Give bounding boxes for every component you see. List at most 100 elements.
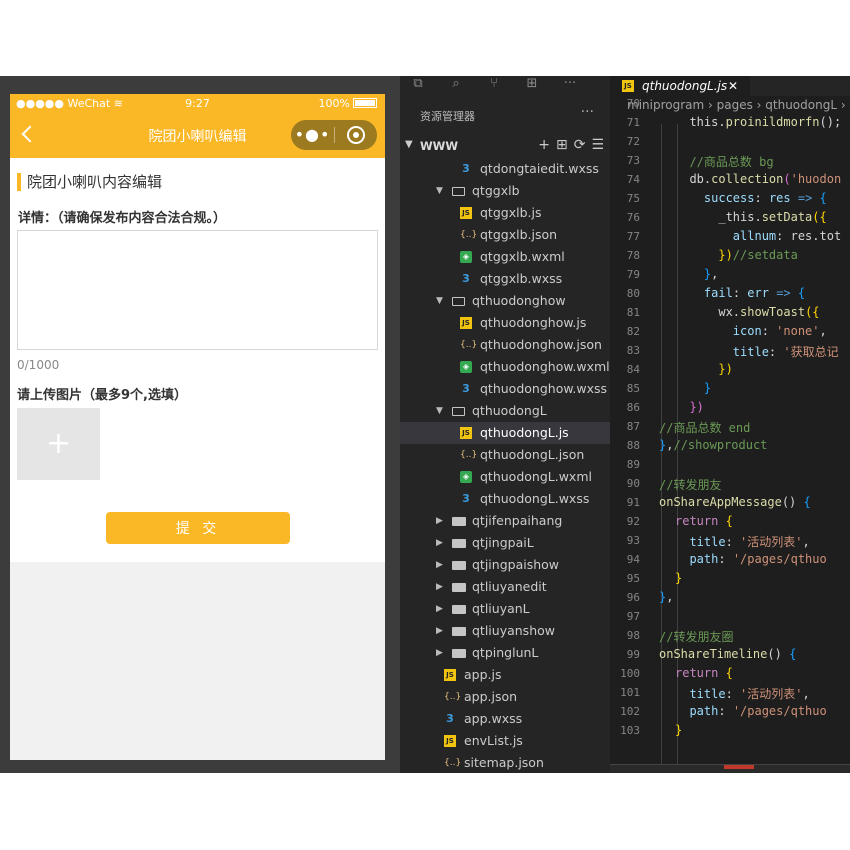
tree-item[interactable]: JS qtggxlb.js [400,202,610,224]
section-title: 院团小喇叭内容编辑 [17,173,162,191]
line-number: 93 [626,534,640,547]
line-number: 101 [620,686,640,699]
line-number: 85 [626,382,640,395]
folder-icon [452,583,466,592]
tree-item-label: qtpinglunL [472,645,539,660]
code-line: }, [659,590,674,604]
code-line: path: '/pages/qthuo [689,552,827,566]
tab-qthuodongl-js[interactable]: JS qthuodongL.js ✕ [610,76,750,96]
tree-item[interactable]: JS envList.js [400,730,610,752]
tree-item[interactable]: 3 app.wxss [400,708,610,730]
tree-item-label: app.json [464,689,518,704]
folder-icon [452,561,466,570]
line-number: 94 [626,553,640,566]
tree-item-label: qthuodonghow.json [480,337,602,352]
close-mini-program-icon[interactable] [335,120,377,150]
line-number: 79 [626,268,640,281]
new-folder-icon[interactable]: ⊞ [556,137,568,153]
tree-item[interactable]: ▼ qthuodongL [400,400,610,422]
extensions-icon[interactable]: ⊞ [522,76,542,94]
line-number: 84 [626,363,640,376]
code-line: success: res => { [703,191,827,205]
tree-item[interactable]: ▶ qtpinglunL [400,642,610,664]
code-area[interactable]: this.proinildmorfn(); //商品总数 bg db.colle… [659,115,841,737]
tree-item[interactable]: 3 qthuodongL.wxss [400,488,610,510]
line-number: 86 [626,401,640,414]
code-line: _this.setData({ [675,210,827,224]
tree-item-label: qthuodongL [472,403,547,418]
js-file-icon: JS [460,207,472,219]
tree-item[interactable]: {..} qtggxlb.json [400,224,610,246]
folder-icon [452,649,466,658]
chevron-down-icon: ▼ [436,406,443,416]
line-number: 99 [626,648,640,661]
menu-capsule: •●• [291,120,377,150]
tree-item[interactable]: {..} qthuodongL.json [400,444,610,466]
workspace-root[interactable]: ▼ WWW + ⊞ ⟳ ☰ [400,136,610,158]
nav-bar: 院团小喇叭编辑 •●• [10,114,385,158]
code-line: }) [689,400,704,414]
code-line: title: '活动列表', [689,535,810,549]
code-line: path: '/pages/qthuo [689,704,827,718]
line-number: 92 [626,515,640,528]
line-number: 70 [626,97,640,110]
tree-item[interactable]: JS app.js [400,664,610,686]
tree-item[interactable]: ◈ qtggxlb.wxml [400,246,610,268]
tree-item[interactable]: 3 qtdongtaiedit.wxss [400,158,610,180]
tree-item[interactable]: ▶ qtliuyanL [400,598,610,620]
add-image-button[interactable]: + [17,408,100,480]
code-editor: JS qthuodongL.js ✕ miniprogram › pages ›… [610,76,850,773]
tree-item[interactable]: {..} sitemap.json [400,752,610,773]
tree-item[interactable]: 3 qthuodonghow.wxss [400,378,610,400]
tree-item[interactable]: ▶ qtjifenpaihang [400,510,610,532]
json-file-icon: {..} [460,340,478,350]
folder-icon [452,539,466,548]
close-icon[interactable]: ✕ [728,76,738,96]
tree-item-label: envList.js [464,733,523,748]
tree-item[interactable]: ▶ qtjingpaiL [400,532,610,554]
source-control-icon[interactable]: ⑂ [484,76,504,94]
phone-screen: ●●●●● WeChat ≋ 9:27 100% 院团小喇叭编辑 •●• 院团小… [10,94,385,760]
tree-item-label: qtjingpaiL [472,535,534,550]
tree-item[interactable]: {..} qthuodonghow.json [400,334,610,356]
tree-item-label: qtdongtaiedit.wxss [480,161,599,176]
tree-item[interactable]: {..} app.json [400,686,610,708]
wxss-file-icon: 3 [462,162,470,175]
code-line: return { [675,666,733,680]
tree-item[interactable]: ▶ qtliuyanedit [400,576,610,598]
activity-more-icon[interactable]: ··· [560,76,580,94]
search-icon[interactable]: ⌕ [446,76,466,94]
tree-item[interactable]: ▼ qthuodonghow [400,290,610,312]
code-line: //商品总数 bg [689,155,774,169]
collapse-all-icon[interactable]: ☰ [591,137,604,153]
explorer-tools: + ⊞ ⟳ ☰ [532,137,604,153]
tree-item[interactable]: JS qthuodonghow.js [400,312,610,334]
tree-item[interactable]: ◈ qthuodongL.wxml [400,466,610,488]
more-icon[interactable]: •●• [291,120,334,150]
tree-item-label: qtliuyanL [472,601,530,616]
tree-item[interactable]: JS qthuodongL.js [400,422,610,444]
tree-item[interactable]: ◈ qthuodonghow.wxml [400,356,610,378]
explorer-more-icon[interactable]: ··· [581,104,594,120]
tree-item-label: qthuodongL.json [480,447,585,462]
folder-open-icon [452,297,465,306]
wxss-file-icon: 3 [446,712,454,725]
wxml-file-icon: ◈ [460,251,472,263]
new-file-icon[interactable]: + [538,137,550,153]
tree-item[interactable]: ▼ qtggxlb [400,180,610,202]
refresh-icon[interactable]: ⟳ [574,137,586,153]
detail-textarea[interactable] [17,230,378,350]
files-icon[interactable]: ⧉ [408,76,428,94]
tree-item[interactable]: ▶ qtliuyanshow [400,620,610,642]
tree-item[interactable]: 3 qtggxlb.wxss [400,268,610,290]
code-line: } [675,571,683,585]
tree-item-label: qtliuyanedit [472,579,547,594]
tab-label: qthuodongL.js [642,79,728,93]
line-number: 76 [626,211,640,224]
code-line: icon: 'none', [732,324,827,338]
line-number: 74 [626,173,640,186]
submit-button[interactable]: 提 交 [106,512,290,544]
tree-item[interactable]: ▶ qtjingpaishow [400,554,610,576]
tree-item-label: app.wxss [464,711,523,726]
folder-icon [452,605,466,614]
